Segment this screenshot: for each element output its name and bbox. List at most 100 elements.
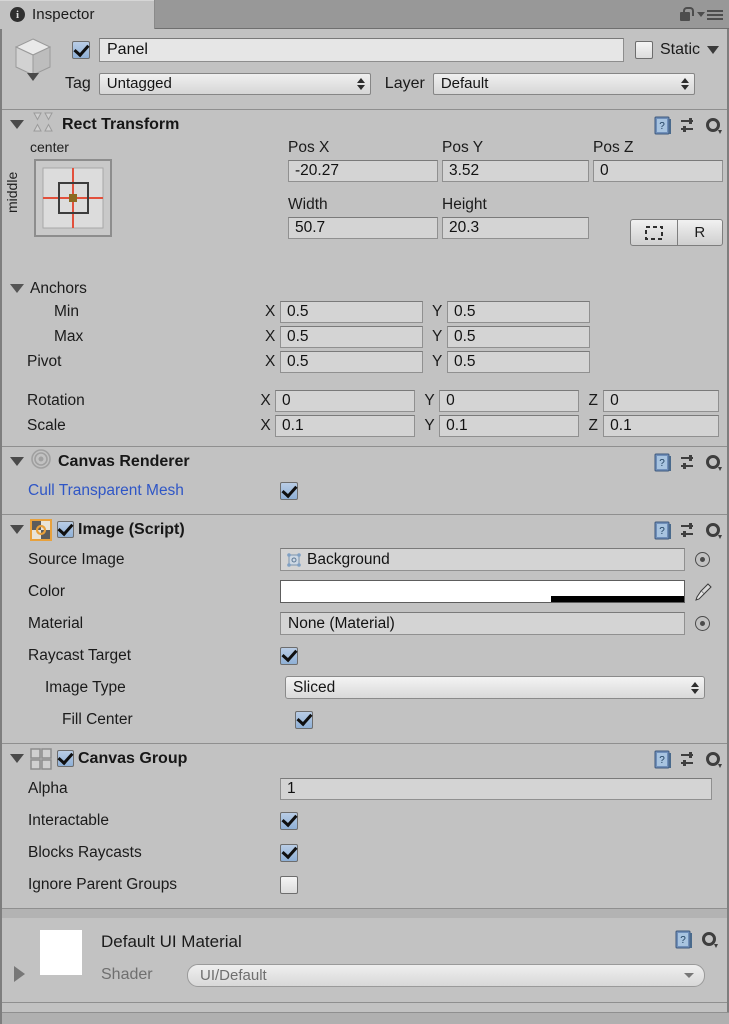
- anchor-preset-widget[interactable]: [34, 159, 112, 237]
- rotation-z-value: 0: [610, 392, 619, 409]
- alpha-value: 1: [287, 779, 296, 797]
- presets-icon[interactable]: [680, 751, 697, 768]
- scale-label: Scale: [27, 417, 66, 434]
- rotation-z-input[interactable]: 0: [603, 390, 719, 412]
- pivot-x-input[interactable]: 0.5: [280, 351, 423, 373]
- image-script-header[interactable]: Image (Script) ?: [2, 515, 727, 544]
- anchor-max-y-input[interactable]: 0.5: [447, 326, 590, 348]
- gameobject-name-input[interactable]: Panel: [99, 38, 624, 62]
- gear-icon[interactable]: [701, 931, 719, 949]
- alpha-row: Alpha 1: [10, 773, 719, 804]
- anchor-min-y-input[interactable]: 0.5: [447, 301, 590, 323]
- eyedropper-icon[interactable]: [695, 582, 712, 601]
- color-swatch[interactable]: [280, 580, 685, 603]
- source-image-picker-icon[interactable]: [695, 552, 710, 567]
- presets-icon[interactable]: [680, 454, 697, 471]
- anchors-foldout-icon[interactable]: [10, 284, 24, 293]
- gameobject-header: Panel Static Tag Untagged Layer Default: [2, 29, 727, 110]
- pos-z-input[interactable]: 0: [593, 160, 723, 182]
- tabbar-right-controls: [679, 0, 723, 29]
- canvas-renderer-header-icons: ?: [654, 453, 723, 472]
- anchor-max-x-input[interactable]: 0.5: [280, 326, 423, 348]
- pos-y-input[interactable]: 3.52: [442, 160, 589, 182]
- height-input[interactable]: 20.3: [442, 217, 589, 239]
- blueprint-mode-button[interactable]: [631, 220, 678, 245]
- rotation-y-value: 0: [446, 392, 455, 409]
- fill-center-row: Fill Center: [10, 704, 719, 735]
- raycast-target-checkbox[interactable]: [280, 646, 298, 665]
- gear-icon[interactable]: [705, 751, 723, 769]
- tag-dropdown[interactable]: Untagged: [98, 72, 371, 95]
- layer-label: Layer: [384, 74, 425, 92]
- cull-transparent-mesh-row: Cull Transparent Mesh: [10, 476, 719, 506]
- height-label: Height: [442, 196, 487, 213]
- rotation-y-input[interactable]: 0: [439, 390, 580, 412]
- rect-transform-header[interactable]: Rect Transform ?: [2, 110, 727, 139]
- scale-x-input[interactable]: 0.1: [275, 415, 416, 437]
- material-field[interactable]: None (Material): [280, 612, 685, 635]
- shader-dropdown[interactable]: UI/Default: [187, 964, 705, 987]
- alpha-input[interactable]: 1: [280, 777, 712, 800]
- info-icon: i: [10, 7, 25, 22]
- gear-icon[interactable]: [705, 454, 723, 472]
- gear-icon[interactable]: [705, 117, 723, 135]
- hamburger-menu-icon[interactable]: [697, 9, 723, 20]
- rect-transform-body: center middle Pos X -20.27 Pos Y 3.52 Po…: [2, 139, 727, 446]
- presets-icon[interactable]: [680, 522, 697, 539]
- help-icon[interactable]: ?: [654, 116, 672, 135]
- lock-icon[interactable]: [679, 7, 694, 22]
- material-picker-icon[interactable]: [695, 616, 710, 631]
- width-input[interactable]: 50.7: [288, 217, 438, 239]
- cull-transparent-mesh-checkbox[interactable]: [280, 482, 298, 500]
- blocks-raycasts-row: Blocks Raycasts: [10, 837, 719, 868]
- scale-z-input[interactable]: 0.1: [603, 415, 719, 437]
- canvas-renderer-body: Cull Transparent Mesh: [2, 476, 727, 514]
- source-image-field[interactable]: Background: [280, 548, 685, 571]
- blocks-raycasts-checkbox[interactable]: [280, 843, 298, 862]
- anchor-max-y-value: 0.5: [454, 328, 476, 345]
- anchor-min-y-value: 0.5: [454, 303, 476, 320]
- image-script-enable-checkbox[interactable]: [57, 521, 74, 538]
- canvas-group-foldout-icon[interactable]: [10, 754, 24, 763]
- tab-inspector[interactable]: i Inspector: [0, 0, 155, 29]
- blueprint-raw-buttons: R: [630, 219, 723, 246]
- material-foldout-icon[interactable]: [14, 966, 25, 982]
- raw-mode-button[interactable]: R: [678, 220, 723, 245]
- pivot-y-input[interactable]: 0.5: [447, 351, 590, 373]
- canvas-group-enable-checkbox[interactable]: [57, 750, 74, 767]
- pos-y-label: Pos Y: [442, 139, 484, 156]
- canvas-renderer-foldout-icon[interactable]: [10, 457, 24, 466]
- cube-icon[interactable]: [10, 35, 56, 81]
- fill-center-label: Fill Center: [62, 710, 133, 728]
- anchor-min-x-input[interactable]: 0.5: [280, 301, 423, 323]
- scale-y-input[interactable]: 0.1: [439, 415, 580, 437]
- canvas-group-header[interactable]: Canvas Group ?: [2, 744, 727, 773]
- fill-center-checkbox[interactable]: [295, 710, 313, 729]
- canvas-renderer-header[interactable]: Canvas Renderer ?: [2, 447, 727, 476]
- rotation-x-input[interactable]: 0: [275, 390, 416, 412]
- gear-icon[interactable]: [705, 522, 723, 540]
- help-icon[interactable]: ?: [654, 521, 672, 540]
- help-icon[interactable]: ?: [654, 750, 672, 769]
- rect-transform-foldout-icon[interactable]: [10, 120, 24, 129]
- inspector-panel: Panel Static Tag Untagged Layer Default: [0, 29, 729, 1024]
- static-checkbox[interactable]: [634, 41, 653, 59]
- image-script-foldout-icon[interactable]: [10, 525, 24, 534]
- ignore-parent-groups-checkbox[interactable]: [280, 875, 298, 894]
- help-icon[interactable]: ?: [654, 453, 672, 472]
- scale-row: Scale X 0.1 Y 0.1 Z 0.1: [10, 414, 719, 438]
- help-icon[interactable]: ?: [675, 930, 693, 949]
- pos-x-label: Pos X: [288, 139, 330, 156]
- static-dropdown-caret-icon[interactable]: [707, 46, 719, 54]
- image-type-dropdown[interactable]: Sliced: [285, 676, 705, 699]
- gameobject-active-checkbox[interactable]: [72, 41, 90, 59]
- component-rect-transform: Rect Transform ? center middle Pos X -20…: [2, 110, 727, 447]
- svg-text:?: ?: [659, 121, 665, 132]
- presets-icon[interactable]: [680, 117, 697, 134]
- interactable-checkbox[interactable]: [280, 811, 298, 830]
- component-image-script: Image (Script) ? Source Image Background…: [2, 515, 727, 744]
- pos-x-input[interactable]: -20.27: [288, 160, 438, 182]
- layer-dropdown[interactable]: Default: [432, 72, 695, 95]
- anchors-foldout[interactable]: Anchors: [10, 277, 719, 300]
- color-alpha-bar: [551, 596, 684, 602]
